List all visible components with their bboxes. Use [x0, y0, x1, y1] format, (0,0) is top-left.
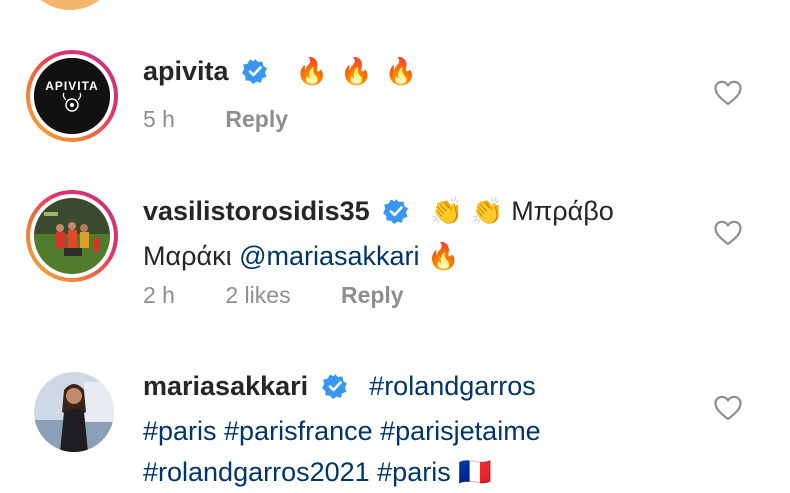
comment-body-text: Μπράβο: [511, 196, 614, 226]
fire-emoji-icon: 🔥 🔥 🔥: [295, 57, 420, 87]
username[interactable]: mariasakkari: [143, 371, 308, 401]
comment-text: mariasakkari #rolandgarros #paris #paris…: [143, 366, 683, 493]
avatar[interactable]: APIVITA: [26, 50, 118, 142]
comment-meta: 5 h Reply: [143, 106, 332, 133]
hashtag-link[interactable]: #rolandgarros2021 #paris 🇫🇷: [143, 457, 492, 487]
avatar[interactable]: [34, 372, 114, 452]
fire-emoji-icon: 🔥: [427, 242, 460, 272]
hashtag-link[interactable]: #paris #parisfrance #parisjetaime: [143, 416, 541, 446]
timestamp[interactable]: 5 h: [143, 106, 175, 132]
team-photo-image: [34, 198, 110, 274]
username[interactable]: apivita: [143, 56, 229, 86]
username[interactable]: vasilistorosidis35: [143, 196, 370, 226]
previous-comment-avatar[interactable]: [22, 0, 118, 10]
verified-badge-icon: [383, 195, 409, 236]
reply-button[interactable]: Reply: [225, 106, 288, 132]
heart-outline-icon[interactable]: [714, 80, 742, 106]
hashtag-link[interactable]: #rolandgarros: [369, 371, 536, 401]
clapping-hands-emoji-icon: 👏 👏: [430, 197, 504, 227]
svg-text:APIVITA: APIVITA: [45, 79, 98, 93]
apivita-logo: APIVITA: [34, 58, 110, 134]
timestamp[interactable]: 2 h: [143, 282, 175, 308]
reply-button[interactable]: Reply: [341, 282, 404, 308]
heart-outline-icon[interactable]: [714, 220, 742, 246]
comment-body-text: Μαράκι: [143, 241, 232, 271]
mention-link[interactable]: @mariasakkari: [239, 241, 419, 271]
profile-photo-image: [34, 372, 114, 452]
avatar[interactable]: [26, 190, 118, 282]
verified-badge-icon: [321, 370, 348, 411]
verified-badge-icon: [242, 55, 268, 96]
comment-text: apivita 🔥 🔥 🔥: [143, 51, 683, 96]
comment-meta: 2 h 2 likes Reply: [143, 282, 448, 309]
comment-text: vasilistorosidis35 👏 👏 Μπράβο Μαράκι @ma…: [143, 191, 683, 278]
heart-outline-icon[interactable]: [714, 395, 742, 421]
likes-count[interactable]: 2 likes: [225, 282, 290, 308]
